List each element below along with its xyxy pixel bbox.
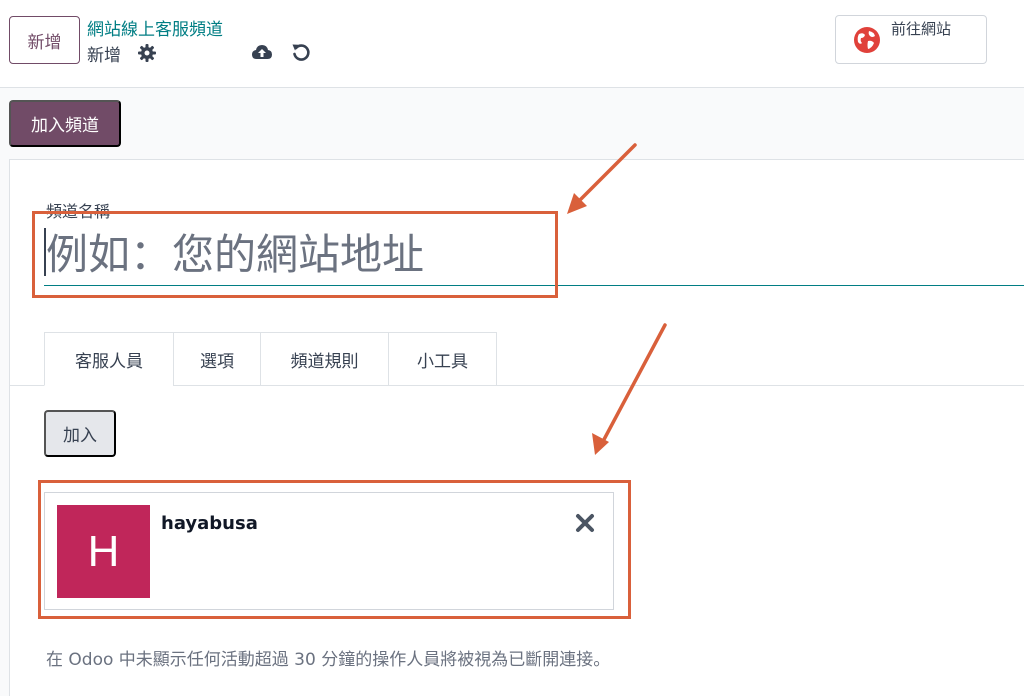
new-button[interactable]: 新增 (9, 16, 80, 64)
gear-icon[interactable] (137, 43, 157, 63)
add-operator-button[interactable]: 加入 (44, 410, 116, 457)
annotation-box-channel-name (32, 211, 558, 298)
breadcrumb-current: 新增 (87, 46, 121, 66)
go-to-website-button[interactable]: 前往網站 (835, 15, 987, 64)
globe-icon (853, 26, 881, 54)
go-to-website-label: 前往網站 (891, 20, 952, 38)
tab-options[interactable]: 選項 (173, 332, 261, 386)
operators-note: 在 Odoo 中未顯示任何活動超過 30 分鐘的操作人員將被視為已斷開連接。 (46, 650, 611, 670)
cloud-upload-icon[interactable] (251, 42, 273, 62)
breadcrumb-parent-link[interactable]: 網站線上客服頻道 (87, 15, 223, 40)
join-channel-button[interactable]: 加入頻道 (9, 100, 121, 147)
control-panel: 新增 網站線上客服頻道 新增 前往網站 (0, 0, 1024, 88)
annotation-box-operators (38, 480, 631, 619)
tab-widget[interactable]: 小工具 (388, 332, 497, 386)
tab-operators[interactable]: 客服人員 (44, 332, 174, 386)
undo-icon[interactable] (291, 42, 311, 62)
tab-channel-rules[interactable]: 頻道規則 (260, 332, 389, 386)
